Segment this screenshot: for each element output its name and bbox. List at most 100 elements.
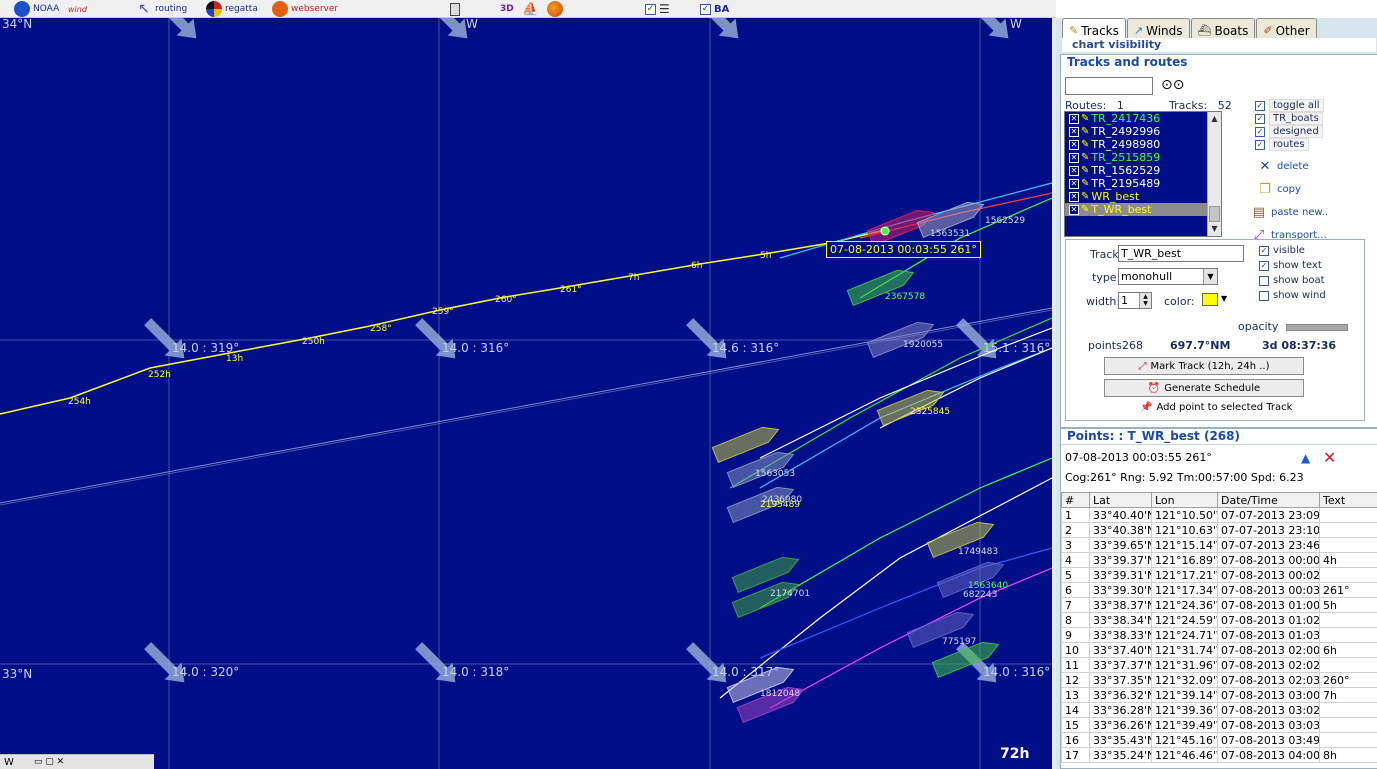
routes-check[interactable]: ✓ routes xyxy=(1255,138,1309,151)
chevron-down-icon[interactable]: ▼ xyxy=(1203,269,1217,284)
track-list-item[interactable]: ✕ ✎ TR_2417436 xyxy=(1065,112,1221,125)
table-row[interactable]: 1633°35.43'N121°45.16'W07-08-2013 03:49:… xyxy=(1061,732,1377,748)
scroll-up-icon[interactable]: ▲ xyxy=(1208,112,1221,126)
designed-check[interactable]: ✓ designed xyxy=(1255,125,1323,138)
color-dropdown-icon[interactable]: ▼ xyxy=(1221,294,1227,303)
table-cell: 121°16.89'W xyxy=(1151,552,1218,568)
table-cell: 33°37.40'N xyxy=(1089,642,1152,658)
delete-button[interactable]: ✕ delete xyxy=(1257,159,1309,174)
table-row[interactable]: 133°40.40'N121°10.50'W07-07-2013 23:09:1… xyxy=(1061,507,1377,523)
tr-boats-check[interactable]: ✓ TR_boats xyxy=(1255,112,1323,125)
track-list-item[interactable]: ✕ ✎ TR_2498980 xyxy=(1065,138,1221,151)
boat-hull-icon[interactable] xyxy=(876,385,946,427)
table-row[interactable]: 1733°35.24'N121°46.46'W07-08-2013 04:00:… xyxy=(1061,747,1377,763)
generate-schedule-button[interactable]: ⏰ Generate Schedule xyxy=(1104,379,1304,397)
tab-boats[interactable]: ⛴ Boats xyxy=(1190,18,1256,40)
threed-button[interactable]: 3D xyxy=(500,0,514,18)
table-row[interactable]: 1533°36.26'N121°39.49'W07-08-2013 03:03:… xyxy=(1061,717,1377,733)
close-icon[interactable]: ✕ xyxy=(1323,448,1336,467)
regatta-button[interactable]: regatta xyxy=(206,0,258,18)
remove-x-icon[interactable]: ✕ xyxy=(1069,152,1079,163)
track-list-item[interactable]: ✕ ✎ TR_2492996 xyxy=(1065,125,1221,138)
show-wind-check[interactable]: show wind xyxy=(1259,290,1326,301)
table-row[interactable]: 1433°36.28'N121°39.36'W07-08-2013 03:02:… xyxy=(1061,702,1377,718)
table-row[interactable]: 1133°37.37'N121°31.96'W07-08-2013 02:02:… xyxy=(1061,657,1377,673)
add-point-button[interactable]: 📌 Add point to selected Track xyxy=(1140,402,1292,413)
table-row[interactable]: 433°39.37'N121°16.89'W07-08-2013 00:00:1… xyxy=(1061,552,1377,568)
firefox-button[interactable] xyxy=(547,0,563,18)
routing-icon: ↖ xyxy=(138,1,150,17)
table-row[interactable]: 1333°36.32'N121°39.14'W07-08-2013 03:00:… xyxy=(1061,687,1377,703)
remove-x-icon[interactable]: ✕ xyxy=(1069,178,1079,189)
points-table[interactable]: # Lat Lon Date/Time Text 1 33°40.40'N 121°10.5… xyxy=(1061,492,1377,763)
table-row[interactable]: 633°39.30'N121°17.34'W07-08-2013 00:03:5… xyxy=(1061,582,1377,598)
track-search-input[interactable] xyxy=(1065,77,1153,95)
scroll-thumb[interactable] xyxy=(1209,206,1220,222)
remove-x-icon[interactable]: ✕ xyxy=(1069,165,1079,176)
ba-checkbox[interactable]: ✓ xyxy=(700,3,711,15)
boat-hull-icon[interactable] xyxy=(866,317,936,359)
up-arrow-icon[interactable]: ▲ xyxy=(1301,451,1310,465)
tab-tracks[interactable]: ✎ Tracks xyxy=(1062,18,1126,40)
map-canvas[interactable]: 34°N33°NW W14.0 : 319° 14.0 : 316° 14.6 : 3… xyxy=(0,18,1052,769)
points-column-header[interactable]: Lat xyxy=(1089,492,1152,508)
track-list-item[interactable]: ✕ ✎ TR_1562529 xyxy=(1065,164,1221,177)
layers-toggle[interactable]: ✓ ☰ xyxy=(645,0,670,18)
scroll-down-icon[interactable]: ▼ xyxy=(1208,222,1221,236)
points-column-header[interactable]: # xyxy=(1061,492,1090,508)
table-row[interactable]: 1233°37.35'N121°32.09'W07-08-2013 02:03:… xyxy=(1061,672,1377,688)
points-column-header[interactable]: Lon xyxy=(1151,492,1218,508)
routing-button[interactable]: ↖ routing xyxy=(136,0,187,18)
panel-tabs: ✎ Tracks ↗ Winds ⛴ Boats ✐ Other xyxy=(1062,18,1318,40)
track-list-scrollbar[interactable]: ▲ ▼ xyxy=(1207,112,1221,236)
toggle-all-check[interactable]: ✓ toggle all xyxy=(1255,99,1324,112)
track-name-input[interactable]: T_WR_best xyxy=(1118,245,1244,262)
opacity-slider[interactable] xyxy=(1286,324,1348,331)
show-boat-check[interactable]: show boat xyxy=(1259,275,1325,286)
paste-new-button[interactable]: ▤ paste new.. xyxy=(1251,205,1328,220)
window-controls-icon[interactable]: ▭ ▢ ✕ xyxy=(34,757,64,767)
remove-x-icon[interactable]: ✕ xyxy=(1069,126,1079,137)
type-select[interactable]: monohull ▼ xyxy=(1118,268,1218,285)
table-row[interactable]: 533°39.31'N121°17.21'W07-08-2013 00:02:5… xyxy=(1061,567,1377,583)
width-stepper[interactable]: 1 ▲ ▼ xyxy=(1118,292,1152,309)
calculator-button[interactable] xyxy=(450,0,460,18)
track-list-item[interactable]: ✕ ✎ T_WR_best xyxy=(1065,203,1221,216)
stepper-arrows-icon[interactable]: ▲ ▼ xyxy=(1139,293,1151,308)
table-row[interactable]: 833°38.34'N121°24.59'W07-08-2013 01:02:4… xyxy=(1061,612,1377,628)
wind-button[interactable]: wind xyxy=(68,0,87,18)
table-row[interactable]: 333°39.65'N121°15.14'W07-07-2013 23:46:1… xyxy=(1061,537,1377,553)
webserver-button[interactable]: webserver xyxy=(272,0,338,18)
remove-x-icon[interactable]: ✕ xyxy=(1069,204,1079,215)
track-list-item[interactable]: ✕ ✎ TR_2515859 xyxy=(1065,151,1221,164)
points-column-header[interactable]: Text xyxy=(1319,492,1377,508)
table-row[interactable]: 233°40.38'N121°10.63'W07-07-2013 23:10:1… xyxy=(1061,522,1377,538)
remove-x-icon[interactable]: ✕ xyxy=(1069,191,1079,202)
table-cell: 33°39.37'N xyxy=(1089,552,1152,568)
sailboat-button[interactable]: ⛵ xyxy=(522,0,538,18)
points-column-header[interactable]: Date/Time xyxy=(1217,492,1320,508)
chart-map[interactable]: 34°N 33°N W W 14.0 : 319° 14.0 : 316° 14.6 : 3… xyxy=(0,18,1052,769)
mark-track-button[interactable]: ⤢ Mark Track (12h, 24h ..) xyxy=(1104,357,1304,375)
remove-x-icon[interactable]: ✕ xyxy=(1069,139,1079,150)
table-row[interactable]: 733°38.37'N121°24.36'W07-08-2013 01:00:5… xyxy=(1061,597,1377,613)
track-list[interactable]: ✕ ✎ TR_2417436 ✕ ✎ TR_2492996 ✕ ✎ TR_2498980 ✕ ✎ TR… xyxy=(1064,111,1222,237)
boat-id-label: 2174701 xyxy=(770,589,810,599)
noaa-button[interactable]: NOAA xyxy=(14,0,59,18)
tab-winds[interactable]: ↗ Winds xyxy=(1126,18,1190,40)
ba-toggle[interactable]: ✓ BA xyxy=(700,0,729,18)
tab-other[interactable]: ✐ Other xyxy=(1256,18,1317,40)
table-row[interactable]: 1033°37.40'N121°31.74'W07-08-2013 02:00:… xyxy=(1061,642,1377,658)
boat-id-label: 1563531 xyxy=(930,229,970,239)
track-color-swatch[interactable] xyxy=(1202,293,1218,306)
layers-checkbox[interactable]: ✓ xyxy=(645,3,656,15)
binoculars-icon[interactable]: ⊙⊙ xyxy=(1161,77,1184,93)
copy-button[interactable]: ❐ copy xyxy=(1257,182,1301,197)
track-list-item[interactable]: ✕ ✎ WR_best xyxy=(1065,190,1221,203)
visible-check[interactable]: ✓ visible xyxy=(1259,245,1305,256)
remove-x-icon[interactable]: ✕ xyxy=(1069,113,1079,124)
show-text-check[interactable]: ✓ show text xyxy=(1259,260,1322,271)
track-list-item[interactable]: ✕ ✎ TR_2195489 xyxy=(1065,177,1221,190)
table-row[interactable]: 933°38.33'N121°24.71'W07-08-2013 01:03:4… xyxy=(1061,627,1377,643)
taskbar-app-label[interactable]: W xyxy=(4,757,14,768)
